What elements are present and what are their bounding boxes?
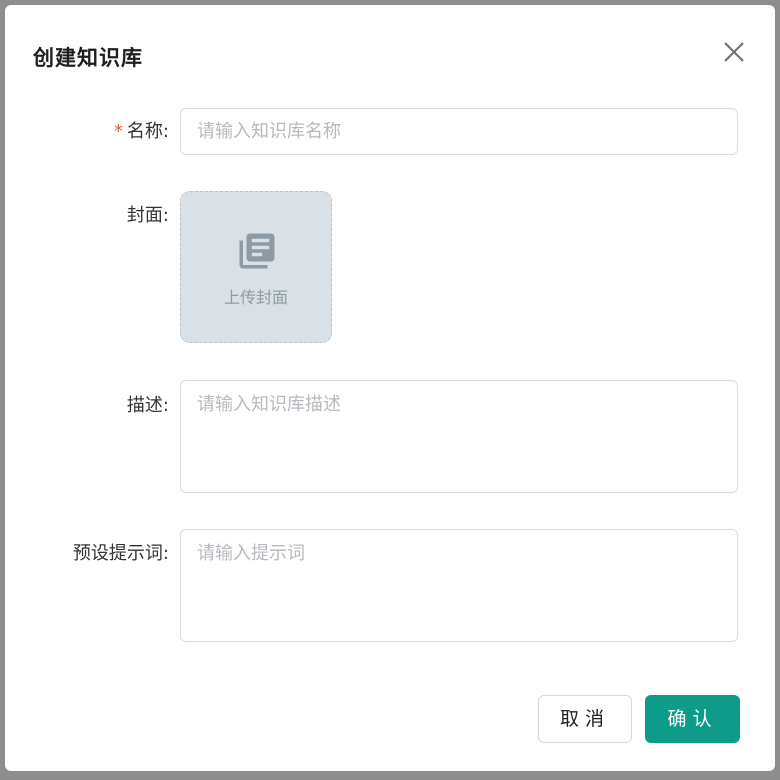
prompt-field[interactable] xyxy=(180,529,738,642)
library-books-icon xyxy=(239,233,275,269)
name-label: 名称: xyxy=(126,121,169,142)
description-label: 描述: xyxy=(126,395,169,416)
confirm-button[interactable]: 确认 xyxy=(645,695,740,743)
description-textarea[interactable] xyxy=(181,381,737,492)
close-button[interactable] xyxy=(719,37,749,67)
upload-cover-text: 上传封面 xyxy=(223,288,288,307)
prompt-textarea[interactable] xyxy=(181,530,737,641)
description-field[interactable] xyxy=(180,380,738,493)
create-knowledge-base-dialog: 创建知识库 *名称: 封面: 上传封面 描述: 预设提示词: 取消 确认 xyxy=(5,5,775,771)
prompt-label: 预设提示词: xyxy=(72,543,169,564)
name-label-row: * 名称: xyxy=(5,120,169,144)
cover-upload[interactable]: 上传封面 xyxy=(180,191,332,343)
close-icon xyxy=(724,42,744,62)
name-field[interactable] xyxy=(180,108,738,155)
dialog-title: 创建知识库 xyxy=(33,46,143,70)
name-input[interactable] xyxy=(181,109,737,154)
cancel-button[interactable]: 取消 xyxy=(538,695,632,743)
required-mark: * xyxy=(113,121,123,142)
cover-label: 封面: xyxy=(126,205,169,226)
